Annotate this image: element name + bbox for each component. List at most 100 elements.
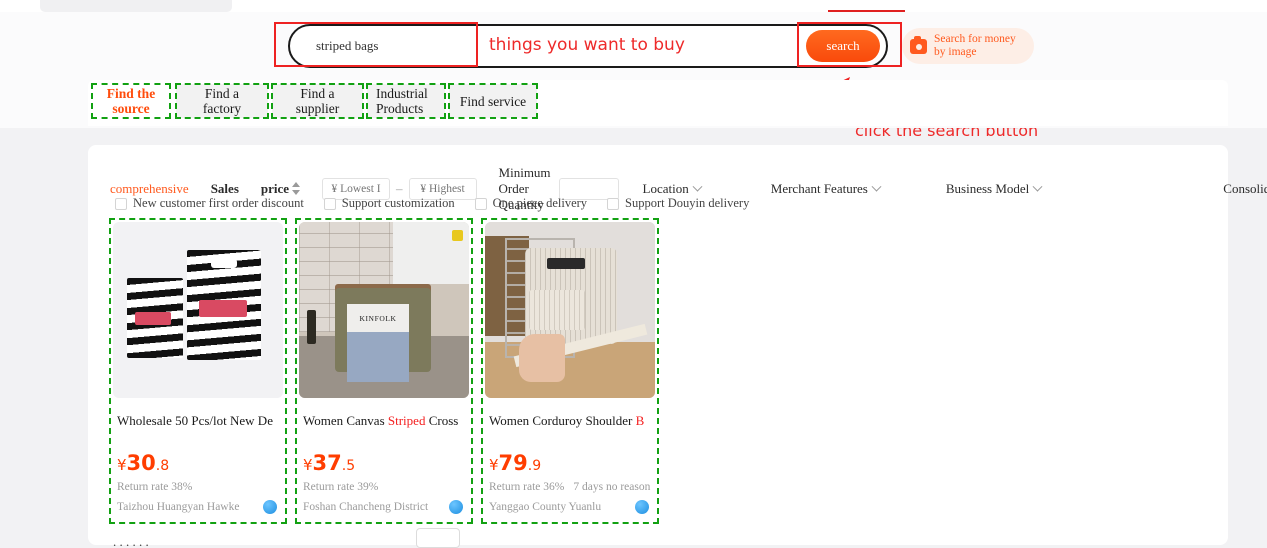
product-price: ¥30.8 <box>117 451 283 475</box>
verified-badge-icon <box>449 500 463 514</box>
filter-business-model[interactable]: Business Model <box>945 181 1043 197</box>
product-card[interactable]: KINFOLK Women Canvas Striped Cross ¥37.5… <box>295 218 473 524</box>
bag-brand-label <box>547 258 585 269</box>
tab-find-a-supplier[interactable]: Find a supplier <box>271 83 364 119</box>
price-integer: 37 <box>312 451 342 475</box>
filter-location-label: Location <box>642 181 689 196</box>
filter-sales[interactable]: Sales <box>211 181 239 197</box>
price-integer: 79 <box>498 451 528 475</box>
product-title-text-end: Cross <box>425 413 459 428</box>
filter-location[interactable]: Location <box>642 181 703 197</box>
image-search-label: Search for money by image <box>934 33 1016 59</box>
product-title-highlight: B <box>635 413 645 428</box>
filter-checkbox-row: New customer first order discount Suppor… <box>115 196 769 211</box>
price-decimal: .9 <box>527 458 542 474</box>
product-meta: Return rate 39% <box>303 481 469 493</box>
checkbox-label: One piece delivery <box>492 196 588 210</box>
sort-arrows-icon[interactable] <box>292 182 301 195</box>
product-title-text: Women Corduroy Shoulder <box>489 413 636 428</box>
price-integer: 30 <box>126 451 156 475</box>
currency-symbol: ¥ <box>117 456 127 474</box>
tab-find-service[interactable]: Find service <box>448 83 538 119</box>
shop-name: Yanggao County Yuanlu <box>489 501 602 513</box>
top-cut-text: . . . . . <box>948 0 1207 1</box>
checkbox-box[interactable] <box>115 197 127 210</box>
product-price: ¥37.5 <box>303 451 469 475</box>
checkbox-box[interactable] <box>474 197 487 210</box>
product-title[interactable]: Women Corduroy Shoulder B <box>489 413 653 429</box>
verified-badge-icon <box>635 500 649 514</box>
bottom-cut-input[interactable] <box>416 528 460 548</box>
image-search-line2: by image <box>934 46 977 58</box>
tab-label: Find a factory <box>202 86 242 116</box>
camera-icon <box>910 35 927 54</box>
product-price: ¥79.9 <box>489 451 655 475</box>
image-search-line1: Search for money <box>934 33 1016 45</box>
filter-comprehensive[interactable]: comprehensive <box>110 181 189 197</box>
nav-tabs: Find the source Find a factory Find a su… <box>91 83 538 119</box>
tab-label: Find the source <box>106 86 156 116</box>
product-title[interactable]: Women Canvas Striped Cross <box>303 413 467 429</box>
checkbox-box[interactable] <box>323 197 336 210</box>
price-decimal: .5 <box>341 458 356 474</box>
return-policy: 7 days no reason <box>573 481 651 493</box>
return-rate: Return rate 38% <box>117 481 193 493</box>
currency-symbol: ¥ <box>303 456 313 474</box>
bottom-cut-text: . . . . . . <box>113 534 149 546</box>
product-title-highlight: Striped <box>387 413 426 428</box>
tab-industrial-products[interactable]: Industrial Products <box>366 83 446 119</box>
shop-name: Foshan Chancheng District <box>303 501 429 513</box>
bottle-prop <box>307 310 316 344</box>
page-root: . . . . . search Search for money by ima… <box>0 0 1267 548</box>
tab-label: Find a supplier <box>295 86 340 116</box>
product-shop[interactable]: Yanggao County Yuanlu <box>489 500 655 514</box>
annotation-search-field-text: things you want to buy <box>489 35 685 55</box>
thank-you-tag <box>135 312 171 325</box>
filter-price-label: price <box>260 181 290 196</box>
product-card[interactable]: Wholesale 50 Pcs/lot New De ¥30.8 Return… <box>109 218 287 524</box>
verified-badge-icon <box>263 500 277 514</box>
bag-handle <box>146 284 164 290</box>
filter-price[interactable]: price <box>260 181 301 197</box>
tab-find-a-factory[interactable]: Find a factory <box>175 83 269 119</box>
corduroy-bag-flap <box>529 290 585 330</box>
filter-merchant-features[interactable]: Merchant Features <box>770 181 882 197</box>
product-image[interactable] <box>113 222 283 398</box>
currency-symbol: ¥ <box>489 456 499 474</box>
product-meta: Return rate 36% 7 days no reason <box>489 481 655 493</box>
product-image[interactable] <box>485 222 655 398</box>
product-title[interactable]: Wholesale 50 Pcs/lot New De <box>117 413 281 429</box>
top-cut-pill <box>40 0 232 12</box>
filter-merchant-features-label: Merchant Features <box>770 181 868 196</box>
checkbox-label: Support customization <box>341 196 455 210</box>
top-cut-strip: . . . . . <box>0 0 1267 12</box>
product-card[interactable]: Women Corduroy Shoulder B ¥79.9 Return r… <box>481 218 659 524</box>
checkbox-one-piece-delivery[interactable]: One piece delivery <box>474 196 588 211</box>
price-range-separator: – <box>396 181 403 196</box>
chevron-down-icon <box>1032 181 1043 192</box>
image-search-button[interactable]: Search for money by image <box>902 28 1034 64</box>
filter-consolidation-of-suppliers[interactable]: Consolidation of suppliers <box>1223 181 1267 197</box>
checkbox-support-customization[interactable]: Support customization <box>323 196 455 211</box>
corner-badge-icon <box>452 230 463 241</box>
checkbox-new-customer-first-order-discount[interactable]: New customer first order discount <box>115 196 304 211</box>
return-rate: Return rate 36% <box>489 481 565 493</box>
product-shop[interactable]: Taizhou Huangyan Hawke <box>117 500 283 514</box>
chevron-down-icon <box>692 181 703 192</box>
search-button[interactable]: search <box>806 30 880 62</box>
price-decimal: .8 <box>155 458 170 474</box>
filter-business-model-label: Business Model <box>945 181 1030 196</box>
checkbox-box[interactable] <box>607 197 620 210</box>
chevron-down-icon <box>871 181 882 192</box>
tab-find-the-source[interactable]: Find the source <box>91 83 171 119</box>
checkbox-label: Support Douyin delivery <box>625 196 750 210</box>
product-meta: Return rate 38% <box>117 481 283 493</box>
product-image[interactable]: KINFOLK <box>299 222 469 398</box>
bag-handle <box>211 259 237 268</box>
thank-you-tag <box>199 300 247 317</box>
checkbox-support-douyin-delivery[interactable]: Support Douyin delivery <box>607 196 749 211</box>
product-grid: Wholesale 50 Pcs/lot New De ¥30.8 Return… <box>109 218 671 524</box>
product-shop[interactable]: Foshan Chancheng District <box>303 500 469 514</box>
tab-label: Find service <box>459 93 527 109</box>
magazine-prop: KINFOLK <box>347 304 409 382</box>
